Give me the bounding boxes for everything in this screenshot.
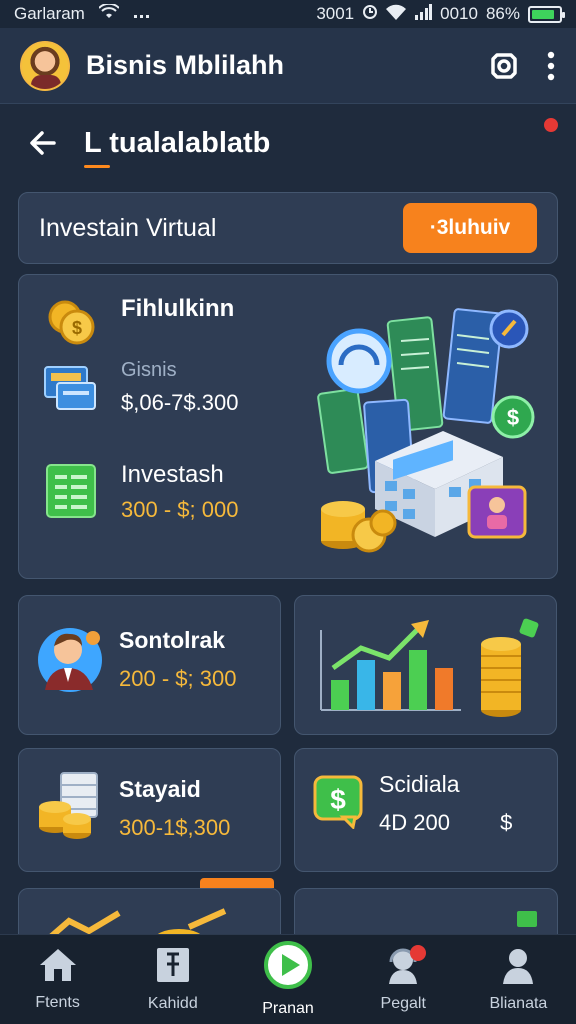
- play-icon: [264, 941, 312, 994]
- bill-card-icon: [43, 359, 99, 415]
- overview-row-2-value: $,06-7$.300: [121, 390, 239, 415]
- growth-chart-icon: [311, 610, 547, 727]
- overview-row-3: Investash 300 - $; 000: [43, 461, 238, 523]
- cash-stack-icon: [37, 769, 103, 848]
- tile-social-value: 4D 200: [379, 810, 450, 835]
- overview-row-3-title: Investash: [121, 461, 224, 488]
- nav-item-home[interactable]: Ftents: [0, 935, 115, 1024]
- nav-item-profile[interactable]: Blianata: [461, 935, 576, 1024]
- mini-chart-icon: [515, 909, 539, 934]
- nav-item-support[interactable]: Pegalt: [346, 935, 461, 1024]
- wifi-icon: [98, 2, 120, 25]
- ledger-icon: [155, 946, 191, 989]
- investment-overview-card[interactable]: $ Fihlulkinn Gisnis $,06-7$.300 Investas…: [18, 274, 558, 579]
- status-extra-text: 0010: [440, 4, 478, 23]
- app-title: Bisnis Mblilahh: [86, 50, 285, 80]
- tile-contract-title: Sontolrak: [119, 627, 226, 653]
- dollar-chat-icon: $: [313, 773, 363, 834]
- carrier-label: Garlaram: [14, 4, 85, 23]
- tile-contract-value: 200 - $; 300: [119, 666, 237, 691]
- investment-action-button[interactable]: ·3luhuiv: [403, 203, 537, 253]
- tile-savings[interactable]: Stayaid 300-1$,300: [18, 748, 281, 872]
- tile-social-title: Scidiala: [379, 771, 460, 797]
- nav-item-ledger[interactable]: Kahidd: [115, 935, 230, 1024]
- settings-icon[interactable]: [488, 50, 520, 82]
- investment-banner-title: Investain Virtual: [39, 213, 217, 242]
- investment-banner: Investain Virtual ·3luhuiv: [18, 192, 558, 264]
- tile-savings-value: 300-1$,300: [119, 815, 231, 840]
- page-title: L tualalablatb: [84, 126, 271, 168]
- nav-label-play: Pranan: [262, 1000, 314, 1017]
- nav-label-home: Ftents: [35, 994, 80, 1011]
- business-illustration: $: [317, 308, 535, 553]
- app-header: Bisnis Mblilahh: [0, 28, 576, 104]
- battery-icon: [528, 5, 565, 23]
- tile-growth[interactable]: [294, 595, 557, 735]
- businessman-icon: [37, 620, 103, 699]
- overview-row-1-title: Fihlulkinn: [121, 295, 235, 322]
- coins-icon: $: [43, 295, 99, 351]
- home-icon: [38, 947, 78, 988]
- nav-label-support: Pegalt: [380, 995, 426, 1012]
- back-arrow-icon[interactable]: [28, 130, 58, 156]
- status-bar: Garlaram 3001 0010 86%: [0, 0, 576, 28]
- alarm-icon: [362, 4, 378, 25]
- notification-badge: [409, 945, 426, 961]
- avatar[interactable]: [20, 40, 70, 91]
- page-heading-row: L tualalablatb: [0, 110, 576, 176]
- overview-row-2-title: Gisnis: [121, 359, 177, 381]
- partial-card-tab: [200, 878, 274, 888]
- nav-item-play[interactable]: Pranan: [230, 935, 345, 1024]
- battery-percent: 86%: [485, 4, 520, 23]
- overview-row-3-value: 300 - $; 000: [121, 497, 239, 522]
- svg-text:$: $: [330, 784, 346, 815]
- battery-fill: [532, 9, 555, 19]
- signal-bars-icon: [414, 3, 433, 25]
- more-vertical-icon[interactable]: [546, 51, 556, 81]
- nav-label-ledger: Kahidd: [147, 995, 198, 1012]
- spreadsheet-icon: [43, 461, 99, 518]
- nav-label-profile: Blianata: [489, 995, 548, 1012]
- sim-icon: [133, 4, 151, 24]
- tile-social[interactable]: $ Scidiala 4D 200 $: [294, 748, 558, 872]
- status-time: 3001: [316, 4, 355, 23]
- notification-dot[interactable]: [542, 116, 560, 134]
- signal-wifi-icon: [386, 4, 407, 25]
- tile-savings-title: Stayaid: [119, 776, 201, 802]
- bottom-nav: Ftents Kahidd Pranan Pegalt Blianata: [0, 934, 576, 1024]
- tile-social-currency: $: [500, 810, 513, 835]
- overview-row-1: $ Fihlulkinn: [43, 295, 234, 351]
- svg-text:$: $: [507, 405, 519, 430]
- profile-icon: [499, 946, 537, 989]
- overview-row-2: Gisnis $,06-7$.300: [43, 359, 238, 416]
- tile-contract[interactable]: Sontolrak 200 - $; 300: [18, 595, 281, 735]
- svg-text:$: $: [72, 318, 82, 338]
